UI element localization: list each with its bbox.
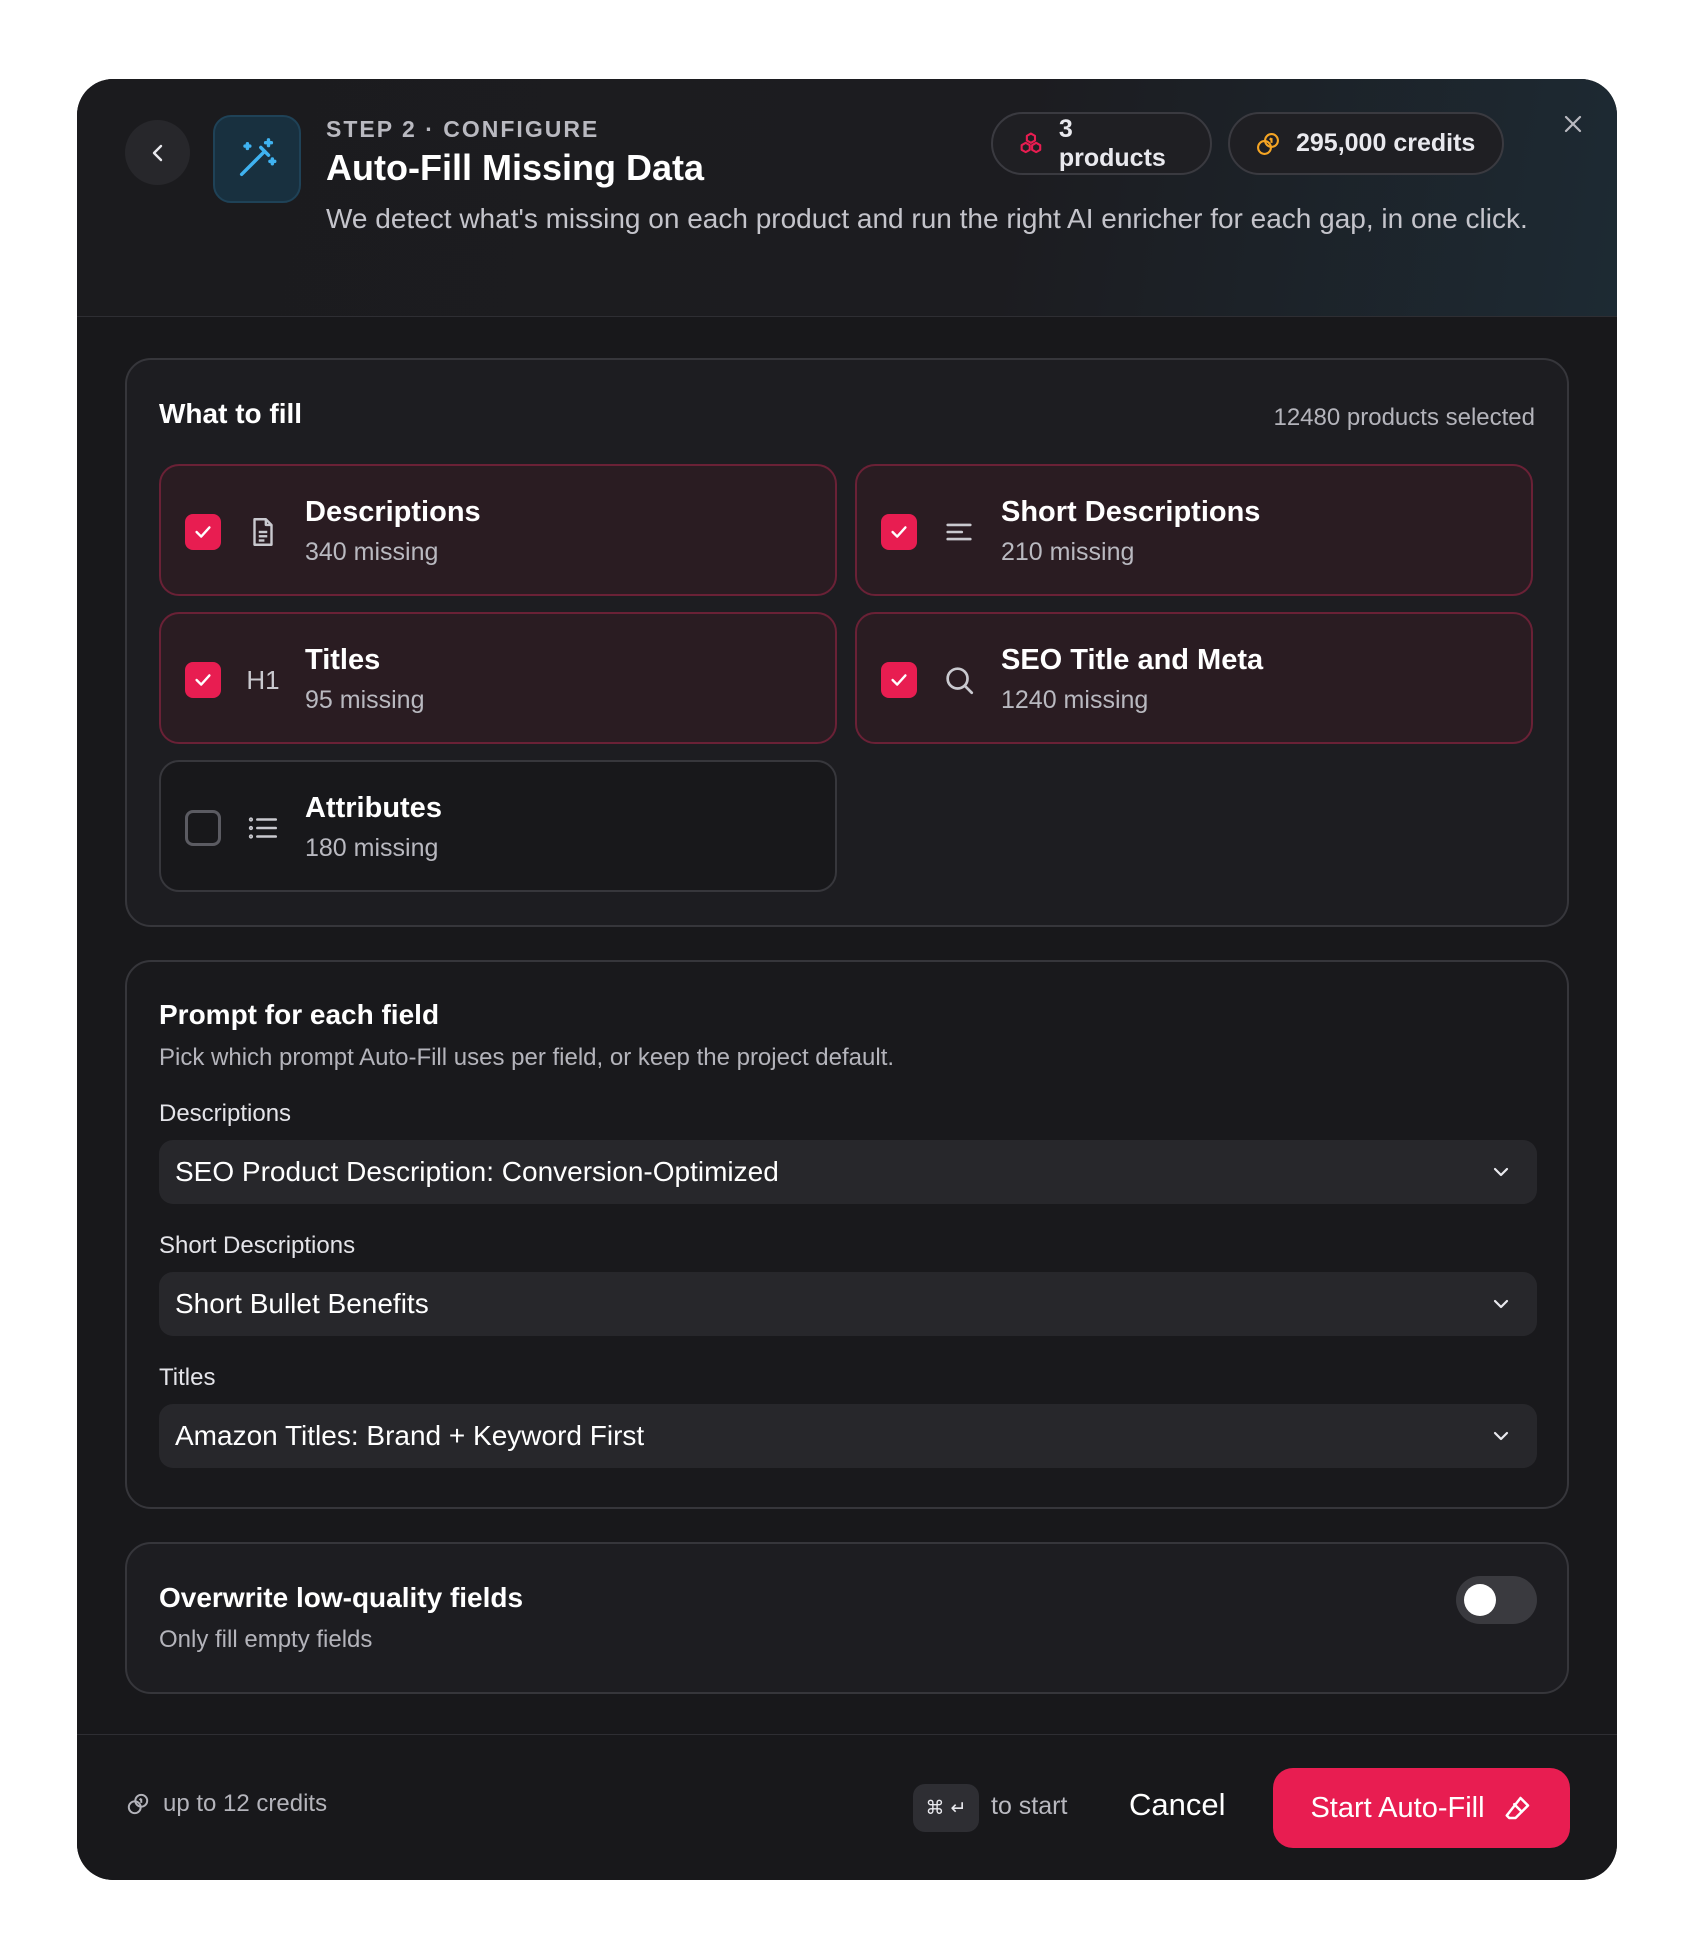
- field-option-descriptions[interactable]: Descriptions 340 missing: [159, 464, 837, 596]
- section-title: What to fill: [159, 398, 303, 429]
- overwrite-title: Overwrite low-quality fields: [159, 1582, 524, 1613]
- chevron-down-icon: [1493, 1167, 1509, 1177]
- document-icon: [243, 512, 283, 552]
- dialog-header: STEP 2 · CONFIGURE Auto-Fill Missing Dat…: [77, 79, 1617, 317]
- cubes-icon: [1020, 132, 1042, 153]
- prompt-label: Short Descriptions: [159, 1232, 356, 1259]
- missing-count: 95 missing: [305, 686, 425, 714]
- step-indicator: STEP 2 · CONFIGURE: [326, 116, 600, 142]
- check-icon: [195, 674, 211, 686]
- products-count: 3 products: [1058, 114, 1166, 172]
- prompt-per-field-section: Prompt for each field Pick which prompt …: [125, 960, 1569, 1509]
- missing-count: 180 missing: [305, 834, 439, 862]
- list-icon: [243, 808, 283, 848]
- dialog-footer: up to 12 credits ⌘ ↵ to start Cancel Sta…: [77, 1734, 1617, 1880]
- what-to-fill-section: What to fill 12480 products selected Des…: [125, 358, 1569, 927]
- section-title: Prompt for each field: [159, 999, 440, 1030]
- field-option-titles[interactable]: H1 Titles 95 missing: [159, 612, 837, 744]
- field-name: SEO Title and Meta: [1001, 644, 1264, 676]
- close-icon: [1564, 115, 1582, 133]
- overwrite-section: Overwrite low-quality fields Only fill e…: [125, 1542, 1569, 1694]
- keyboard-shortcut: ⌘ ↵: [913, 1784, 979, 1832]
- magic-wand-tile: [213, 115, 301, 203]
- chevron-down-icon: [1493, 1431, 1509, 1441]
- magic-wand-icon: [239, 138, 277, 177]
- eraser-icon: [1505, 1796, 1529, 1820]
- check-icon: [891, 526, 907, 538]
- search-icon: [939, 660, 979, 700]
- checkbox-checked[interactable]: [185, 662, 221, 698]
- dialog-subtitle: We detect what's missing on each product…: [326, 203, 1528, 234]
- field-name: Short Descriptions: [1001, 496, 1261, 528]
- descriptions-prompt-select[interactable]: SEO Product Description: Conversion-Opti…: [159, 1140, 1537, 1204]
- titles-prompt-select[interactable]: Amazon Titles: Brand + Keyword First: [159, 1404, 1537, 1468]
- checkbox-checked[interactable]: [881, 514, 917, 550]
- section-subtitle: Pick which prompt Auto-Fill uses per fie…: [159, 1044, 895, 1071]
- back-button[interactable]: [125, 120, 190, 185]
- checkbox-checked[interactable]: [881, 662, 917, 698]
- select-value: Amazon Titles: Brand + Keyword First: [175, 1420, 645, 1451]
- credits-pill: 295,000 credits: [1228, 112, 1504, 175]
- select-value: Short Bullet Benefits: [175, 1288, 429, 1319]
- missing-count: 340 missing: [305, 538, 439, 566]
- overwrite-subtitle: Only fill empty fields: [159, 1626, 373, 1653]
- chevron-down-icon: [1493, 1299, 1509, 1309]
- field-name: Titles: [305, 644, 381, 676]
- check-icon: [195, 526, 211, 538]
- missing-count: 1240 missing: [1001, 686, 1149, 714]
- start-label: Start Auto-Fill: [1310, 1791, 1485, 1824]
- prompt-label: Descriptions: [159, 1100, 292, 1127]
- cancel-button[interactable]: Cancel: [1129, 1787, 1226, 1823]
- coins-icon: [127, 1793, 149, 1815]
- select-value: SEO Product Description: Conversion-Opti…: [175, 1156, 779, 1187]
- credits-balance: 295,000 credits: [1296, 129, 1476, 157]
- dialog-title: Auto-Fill Missing Data: [326, 147, 704, 188]
- checkbox-checked[interactable]: [185, 514, 221, 550]
- field-name: Descriptions: [305, 496, 481, 528]
- selected-products-count: 12480 products selected: [1273, 404, 1535, 431]
- credit-cost-label: up to 12 credits: [163, 1790, 328, 1817]
- align-left-icon: [939, 512, 979, 552]
- shortcut-hint: to start: [991, 1792, 1068, 1820]
- missing-count: 210 missing: [1001, 538, 1135, 566]
- auto-fill-dialog: STEP 2 · CONFIGURE Auto-Fill Missing Dat…: [77, 79, 1617, 1880]
- coins-icon: [1257, 132, 1279, 155]
- h1-icon: H1: [246, 664, 280, 695]
- start-auto-fill-button[interactable]: Start Auto-Fill: [1273, 1768, 1570, 1848]
- field-option-seo-title-meta[interactable]: SEO Title and Meta 1240 missing: [855, 612, 1533, 744]
- prompt-label: Titles: [159, 1364, 216, 1391]
- field-option-short-descriptions[interactable]: Short Descriptions 210 missing: [855, 464, 1533, 596]
- check-icon: [891, 674, 907, 686]
- field-option-attributes[interactable]: Attributes 180 missing: [159, 760, 837, 892]
- overwrite-toggle[interactable]: [1456, 1576, 1537, 1624]
- field-name: Attributes: [305, 792, 442, 824]
- close-button[interactable]: [1553, 104, 1593, 144]
- toggle-knob: [1464, 1584, 1496, 1616]
- short-descriptions-prompt-select[interactable]: Short Bullet Benefits: [159, 1272, 1537, 1336]
- products-pill: 3 products: [991, 112, 1212, 175]
- checkbox-unchecked[interactable]: [185, 810, 221, 846]
- chevron-left-icon: [152, 144, 162, 161]
- credit-cost: up to 12 credits: [125, 1790, 327, 1818]
